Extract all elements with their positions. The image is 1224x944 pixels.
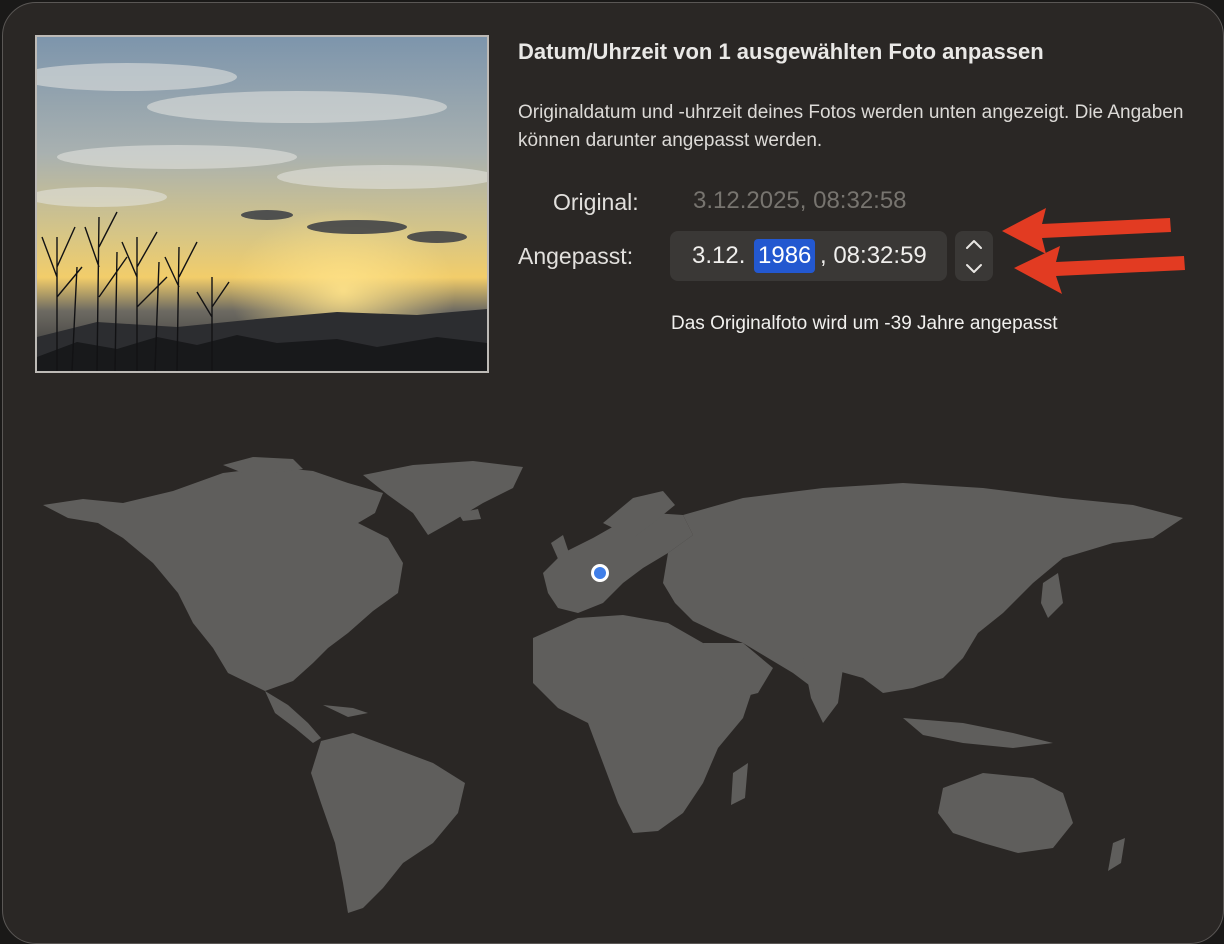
india — [803, 658, 843, 723]
japan — [1041, 573, 1063, 618]
chevron-down-icon — [966, 263, 982, 273]
time-segment[interactable]: , 08:32:59 — [820, 242, 927, 270]
date-stepper[interactable] — [955, 231, 993, 281]
madagascar — [731, 763, 748, 805]
world-map[interactable] — [3, 443, 1223, 923]
caribbean — [323, 705, 368, 717]
dialog-description: Originaldatum und -uhrzeit deines Fotos … — [518, 102, 1184, 151]
australia — [938, 773, 1073, 853]
day-month-segment[interactable]: 3.12. — [692, 242, 745, 270]
adjusted-date-field[interactable]: 3.12. 1986 , 08:32:59 — [670, 231, 947, 281]
location-pin-icon[interactable] — [591, 564, 609, 582]
original-date-value: 3.12.2025, 08:32:58 — [693, 187, 907, 214]
adjusted-label: Angepasst: — [518, 243, 634, 269]
stepper-up-button[interactable] — [955, 231, 993, 256]
north-america — [43, 467, 403, 691]
central-america — [265, 691, 321, 743]
photo-thumbnail — [35, 35, 489, 373]
annotation-arrow-upper — [1002, 208, 1171, 254]
southeast-asia-islands — [903, 718, 1053, 748]
new-zealand — [1108, 838, 1125, 871]
south-america — [311, 733, 465, 913]
dialog-title: Datum/Uhrzeit von 1 ausgewählten Foto an… — [518, 39, 1044, 64]
dialog-window: Datum/Uhrzeit von 1 ausgewählten Foto an… — [2, 2, 1224, 944]
chevron-up-icon — [966, 239, 982, 249]
original-label: Original: — [553, 189, 639, 215]
adjustment-hint: Das Originalfoto wird um -39 Jahre angep… — [671, 313, 1058, 334]
year-segment-selected[interactable]: 1986 — [754, 239, 816, 273]
annotation-arrows — [1002, 208, 1185, 294]
stepper-down-button[interactable] — [955, 256, 993, 281]
annotation-arrow-lower — [1014, 246, 1185, 294]
greenland — [363, 461, 523, 535]
